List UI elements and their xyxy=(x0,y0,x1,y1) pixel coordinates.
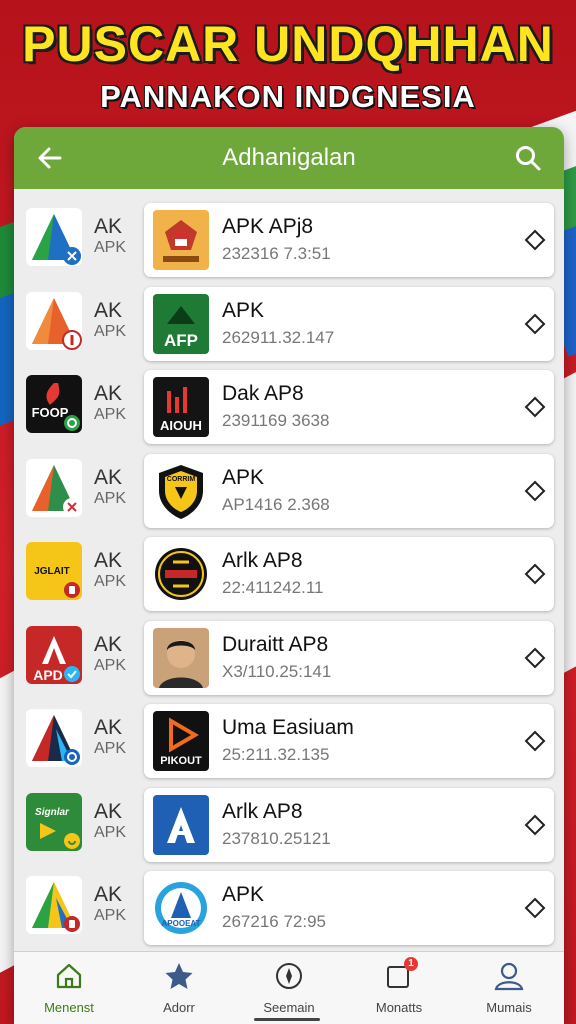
app-thumbnail xyxy=(153,794,209,855)
star-icon xyxy=(164,961,194,996)
app-window: Adhanigalan AK APK APK APj8 232316 7.3:51 xyxy=(14,127,564,1024)
app-card[interactable]: Arlk AP8 22:411242.11 xyxy=(144,537,554,611)
bottom-nav: Menenst Adorr Seemain 1 Monatts Mumais xyxy=(14,951,564,1024)
tab-favorites[interactable]: Adorr xyxy=(124,952,234,1024)
app-card[interactable]: PIKOUT Uma Easiuam 25:211.32.135 xyxy=(144,704,554,778)
tab-label: Seemain xyxy=(263,1000,315,1015)
list-item: AK APK APK APj8 232316 7.3:51 xyxy=(14,201,564,285)
app-thumbnail: AIOUH xyxy=(153,377,209,437)
app-name: Arlk AP8 xyxy=(222,799,303,823)
tab-notifications[interactable]: 1 Monatts xyxy=(344,952,454,1024)
app-logo-icon: APD xyxy=(26,625,82,684)
app-version: 2391169 3638 xyxy=(222,411,330,430)
app-logo-icon xyxy=(26,291,82,350)
tab-label: Mumais xyxy=(486,1000,532,1015)
compass-icon xyxy=(274,961,304,996)
notification-badge: 1 xyxy=(404,957,418,971)
app-version: X3/110.25:141 xyxy=(222,661,332,681)
garuda-emblem-icon xyxy=(153,210,209,270)
diamond-icon[interactable] xyxy=(524,647,546,669)
app-card[interactable]: Duraitt AP8 X3/110.25:141 xyxy=(144,620,554,695)
app-name: Dak AP8 xyxy=(222,382,304,405)
list-item: AK APK AFP APK 262911.32.147 xyxy=(14,285,564,369)
arrow-left-icon[interactable] xyxy=(34,142,66,174)
app-version: 262911.32.147 xyxy=(222,327,335,347)
thumb-text: AFP xyxy=(164,331,198,350)
app-version: 22:411242.11 xyxy=(222,578,324,597)
app-bar: Adhanigalan xyxy=(14,127,564,189)
logo-text: FOOP xyxy=(32,405,69,420)
tab-label: Adorr xyxy=(163,1000,195,1015)
app-card[interactable]: Arlk AP8 237810.25121 xyxy=(144,787,554,862)
diamond-icon[interactable] xyxy=(524,480,546,502)
list-item: AK APK CORRIM APK AP1416 2.368 xyxy=(14,452,564,536)
list-item: AK APK PIKOUT Uma Easiuam 25:211.32.135 xyxy=(14,702,564,786)
tab-explore[interactable]: Seemain xyxy=(234,952,344,1024)
app-name: APK xyxy=(222,465,265,489)
diamond-icon[interactable] xyxy=(524,229,546,251)
diamond-icon[interactable] xyxy=(524,730,546,752)
promo-headline: PUSCAR UNDQHHAN PANNAKON INDGNESIA xyxy=(0,14,576,116)
app-logo-icon: Signlar xyxy=(26,792,82,851)
app-logo-icon xyxy=(26,458,82,517)
thumb-text: PIKOUT xyxy=(160,755,202,767)
app-logo-icon: FOOP xyxy=(26,375,82,433)
app-name: Arlk AP8 xyxy=(222,549,303,572)
logo-text: Signlar xyxy=(35,807,70,818)
portrait-image xyxy=(153,627,209,688)
list-item: APD AK APK Duraitt AP8 X3/110.25:141 xyxy=(14,619,564,703)
thumb-text: AIOUH xyxy=(160,418,202,433)
app-logo-icon: JGLAIT xyxy=(26,542,82,600)
app-thumbnail: AFP xyxy=(153,293,209,354)
play-logo-icon: PIKOUT xyxy=(153,711,209,771)
diamond-icon[interactable] xyxy=(524,897,546,919)
app-logo-icon xyxy=(26,208,82,266)
badge-icon xyxy=(153,544,209,604)
profile-icon xyxy=(493,961,525,996)
diamond-icon[interactable] xyxy=(524,563,546,585)
app-logo-icon xyxy=(26,876,82,934)
tab-label: Monatts xyxy=(375,1000,423,1015)
thumb-text: CORRIM xyxy=(167,476,196,483)
app-version: AP1416 2.368 xyxy=(222,494,330,514)
app-card[interactable]: APOOEAT APK 267216 72:95 xyxy=(144,871,554,945)
app-version: 237810.25121 xyxy=(222,828,331,848)
tab-label: Menenst xyxy=(44,1000,94,1015)
tab-profile[interactable]: Mumais xyxy=(454,952,564,1024)
list-item: AK APK APOOEAT APK 267216 72:95 xyxy=(14,869,564,953)
app-card[interactable]: AIOUH Dak AP8 2391169 3638 xyxy=(144,370,554,444)
home-indicator xyxy=(254,1018,320,1021)
thumb-text: APOOEAT xyxy=(162,919,201,928)
app-logo-icon xyxy=(26,709,82,767)
list-item: FOOP AK APK AIOUH Dak AP8 2391169 3638 xyxy=(14,368,564,452)
shield-icon: CORRIM xyxy=(153,460,209,521)
app-version: 25:211.32.135 xyxy=(222,745,330,764)
app-card[interactable]: CORRIM APK AP1416 2.368 xyxy=(144,453,554,528)
app-bar-title: Adhanigalan xyxy=(222,144,356,171)
app-name: Duraitt AP8 xyxy=(222,632,329,656)
app-version: 232316 7.3:51 xyxy=(222,244,331,263)
app-name: APK xyxy=(222,883,265,906)
search-icon[interactable] xyxy=(512,142,544,174)
diamond-icon[interactable] xyxy=(524,396,546,418)
app-card[interactable]: AFP APK 262911.32.147 xyxy=(144,286,554,361)
app-name: Uma Easiuam xyxy=(222,716,354,739)
logo-text: JGLAIT xyxy=(34,566,70,577)
list-item: JGLAIT AK APK Arlk AP8 22:411242.11 xyxy=(14,535,564,619)
tab-home[interactable]: Menenst xyxy=(14,952,124,1024)
list-item: Signlar AK APK Arlk AP8 237810.25121 xyxy=(14,786,564,870)
app-thumbnail: APOOEAT xyxy=(153,878,209,938)
app-name: APK xyxy=(222,298,265,322)
app-card[interactable]: APK APj8 232316 7.3:51 xyxy=(144,203,554,277)
home-icon xyxy=(54,961,84,996)
headline-subtitle: PANNAKON INDGNESIA xyxy=(100,79,476,114)
logo-text: APD xyxy=(33,667,63,683)
app-list: AK APK APK APj8 232316 7.3:51 AK APK AFP A… xyxy=(14,201,564,953)
diamond-icon[interactable] xyxy=(524,313,546,335)
app-name: APK APj8 xyxy=(222,215,314,238)
diamond-icon[interactable] xyxy=(524,814,546,836)
headline-title: PUSCAR UNDQHHAN xyxy=(22,16,554,72)
app-version: 267216 72:95 xyxy=(222,912,326,931)
